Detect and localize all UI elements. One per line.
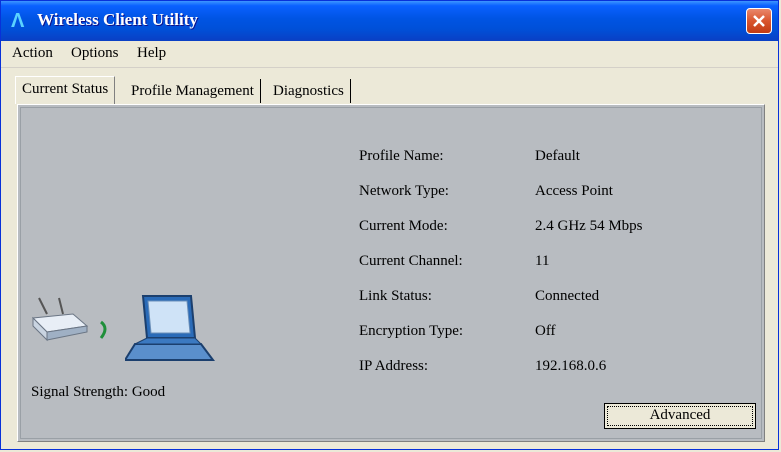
tab-diagnostics[interactable]: Diagnostics <box>267 79 351 103</box>
app-window: Λ Wireless Client Utility Action Options… <box>0 0 779 450</box>
advanced-button-label: Advanced <box>649 407 711 423</box>
network-type-label: Network Type: <box>359 183 449 199</box>
tab-current-status[interactable]: Current Status <box>15 76 116 104</box>
current-mode-value: 2.4 GHz 54 Mbps <box>535 218 643 234</box>
close-button[interactable] <box>746 8 772 34</box>
title-bar[interactable]: Λ Wireless Client Utility <box>1 1 778 41</box>
laptop-icon <box>125 295 215 361</box>
signal-strength-label: Signal Strength: <box>31 384 129 400</box>
current-channel-label: Current Channel: <box>359 253 463 269</box>
encryption-type-value: Off <box>535 323 556 339</box>
link-status-value: Connected <box>535 288 600 304</box>
signal-wave-icon <box>99 320 107 339</box>
profile-name-label: Profile Name: <box>359 148 444 164</box>
signal-strength-value: Good <box>131 384 166 400</box>
menu-help[interactable]: Help <box>137 45 166 62</box>
ip-address-label: IP Address: <box>359 358 429 374</box>
window-title: Wireless Client Utility <box>37 10 198 29</box>
menu-action[interactable]: Action <box>12 45 53 62</box>
network-type-value: Access Point <box>535 183 613 199</box>
tab-profile-management[interactable]: Profile Management <box>125 79 261 103</box>
antenna-logo-icon: Λ <box>11 10 25 32</box>
router-icon <box>31 297 107 342</box>
current-mode-label: Current Mode: <box>359 218 448 234</box>
signal-strength: Signal Strength: Good <box>31 384 165 401</box>
ip-address-value: 192.168.0.6 <box>535 358 607 374</box>
encryption-type-label: Encryption Type: <box>359 323 464 339</box>
current-channel-value: 11 <box>535 253 550 269</box>
close-icon <box>753 15 765 27</box>
current-status-panel: Profile Name: Default Network Type: Acce… <box>17 104 765 442</box>
menu-bar: Action Options Help <box>1 41 778 68</box>
status-content: Profile Name: Default Network Type: Acce… <box>20 107 762 439</box>
menu-options[interactable]: Options <box>71 45 119 62</box>
profile-name-value: Default <box>535 148 580 164</box>
advanced-button[interactable]: Advanced <box>604 403 756 429</box>
link-status-label: Link Status: <box>359 288 432 304</box>
